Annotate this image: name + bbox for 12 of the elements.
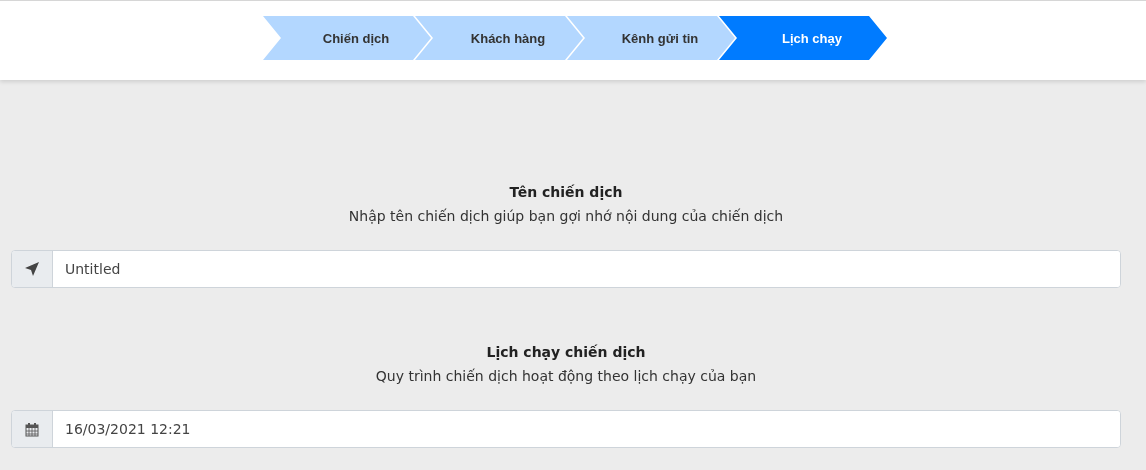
- step-tab[interactable]: Lịch chạy: [719, 16, 887, 60]
- section-description: Nhập tên chiến dịch giúp bạn gợi nhớ nội dung của chiến dịch: [347, 207, 785, 226]
- section-description: Quy trình chiến dịch hoạt động theo lịch chạy của bạn: [374, 367, 758, 386]
- paper-plane-icon: [24, 261, 40, 277]
- step-tab[interactable]: Khách hàng: [415, 16, 583, 60]
- calendar-icon: [25, 421, 39, 437]
- section-title: Tên chiến dịch: [508, 183, 624, 202]
- section-title: Lịch chạy chiến dịch: [485, 343, 647, 362]
- step-tab[interactable]: Chiến dịch: [263, 16, 431, 60]
- input-field[interactable]: 16/03/2021 12:21: [11, 410, 1121, 448]
- input-field[interactable]: Untitled: [11, 250, 1121, 288]
- step-tab[interactable]: Kênh gửi tin: [567, 16, 735, 60]
